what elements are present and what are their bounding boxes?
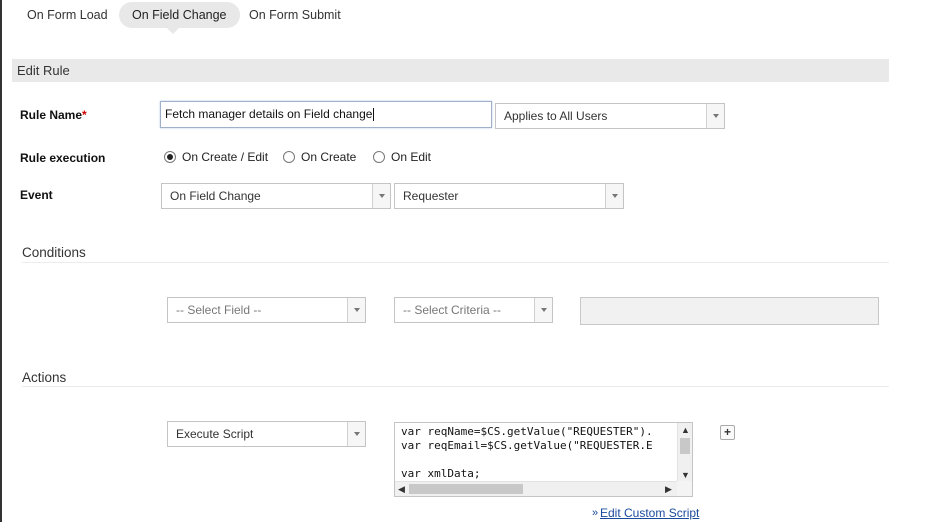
radio-on-create[interactable]: On Create <box>283 150 356 164</box>
chevron-down-icon[interactable] <box>347 298 365 322</box>
add-action-button[interactable]: + <box>720 425 735 440</box>
event-field-select[interactable]: Requester <box>394 183 624 209</box>
scroll-down-icon[interactable]: ▼ <box>681 469 690 481</box>
chevron-down-icon[interactable] <box>534 298 552 322</box>
chevron-down-icon[interactable] <box>347 422 365 446</box>
action-type-select[interactable]: Execute Script <box>167 421 366 447</box>
radio-icon[interactable] <box>283 151 295 163</box>
rule-execution-label: Rule execution <box>20 151 106 165</box>
event-trigger-value: On Field Change <box>170 189 261 203</box>
horizontal-scrollbar[interactable]: ◀ ▶ <box>395 481 678 496</box>
event-field-value: Requester <box>403 189 459 203</box>
applies-to-select[interactable]: Applies to All Users <box>495 103 725 129</box>
rule-name-label: Rule Name* <box>20 108 87 122</box>
scrollbar-corner <box>677 481 692 496</box>
conditions-divider <box>22 262 889 263</box>
condition-field-placeholder: -- Select Field -- <box>176 303 262 317</box>
chevron-down-icon[interactable] <box>605 184 623 208</box>
conditions-title: Conditions <box>22 245 86 260</box>
chevron-down-icon[interactable] <box>372 184 390 208</box>
tab-on-field-change[interactable]: On Field Change <box>119 2 240 28</box>
condition-value-input[interactable] <box>580 297 879 325</box>
rule-editor-page: On Form Load On Field Change On Form Sub… <box>0 0 946 522</box>
tab-on-form-load[interactable]: On Form Load <box>14 2 121 28</box>
vertical-scroll-thumb[interactable] <box>680 438 690 454</box>
text-cursor <box>373 108 375 122</box>
horizontal-scroll-thumb[interactable] <box>409 484 523 494</box>
condition-field-select[interactable]: -- Select Field -- <box>167 297 366 323</box>
actions-title: Actions <box>22 370 67 385</box>
radio-selected-icon[interactable] <box>164 151 176 163</box>
radio-on-edit[interactable]: On Edit <box>373 150 431 164</box>
edit-rule-header: Edit Rule <box>12 59 889 82</box>
edit-rule-title: Edit Rule <box>17 63 70 78</box>
tab-on-form-submit[interactable]: On Form Submit <box>236 2 354 28</box>
script-code[interactable]: var reqName=$CS.getValue("REQUESTER"). va… <box>401 425 653 481</box>
rule-name-input[interactable]: Fetch manager details on Field change <box>160 101 492 128</box>
scroll-left-icon[interactable]: ◀ <box>398 483 405 495</box>
action-type-value: Execute Script <box>176 427 254 441</box>
active-tab-pointer-icon <box>166 27 180 34</box>
scroll-up-icon[interactable]: ▲ <box>681 424 690 436</box>
required-marker: * <box>82 108 87 122</box>
condition-criteria-select[interactable]: -- Select Criteria -- <box>394 297 553 323</box>
actions-divider <box>22 386 889 387</box>
event-label: Event <box>20 188 53 202</box>
condition-criteria-placeholder: -- Select Criteria -- <box>403 303 502 317</box>
event-trigger-select[interactable]: On Field Change <box>161 183 391 209</box>
vertical-scrollbar[interactable]: ▲ ▼ <box>677 423 692 483</box>
applies-to-value: Applies to All Users <box>504 109 608 123</box>
double-chevron-icon: » <box>592 507 599 519</box>
scroll-right-icon[interactable]: ▶ <box>665 483 672 495</box>
chevron-down-icon[interactable] <box>706 104 724 128</box>
edit-custom-script-link[interactable]: Edit Custom Script <box>600 506 699 520</box>
radio-on-create-edit[interactable]: On Create / Edit <box>164 150 268 164</box>
radio-icon[interactable] <box>373 151 385 163</box>
script-editor[interactable]: var reqName=$CS.getValue("REQUESTER"). va… <box>394 422 693 497</box>
